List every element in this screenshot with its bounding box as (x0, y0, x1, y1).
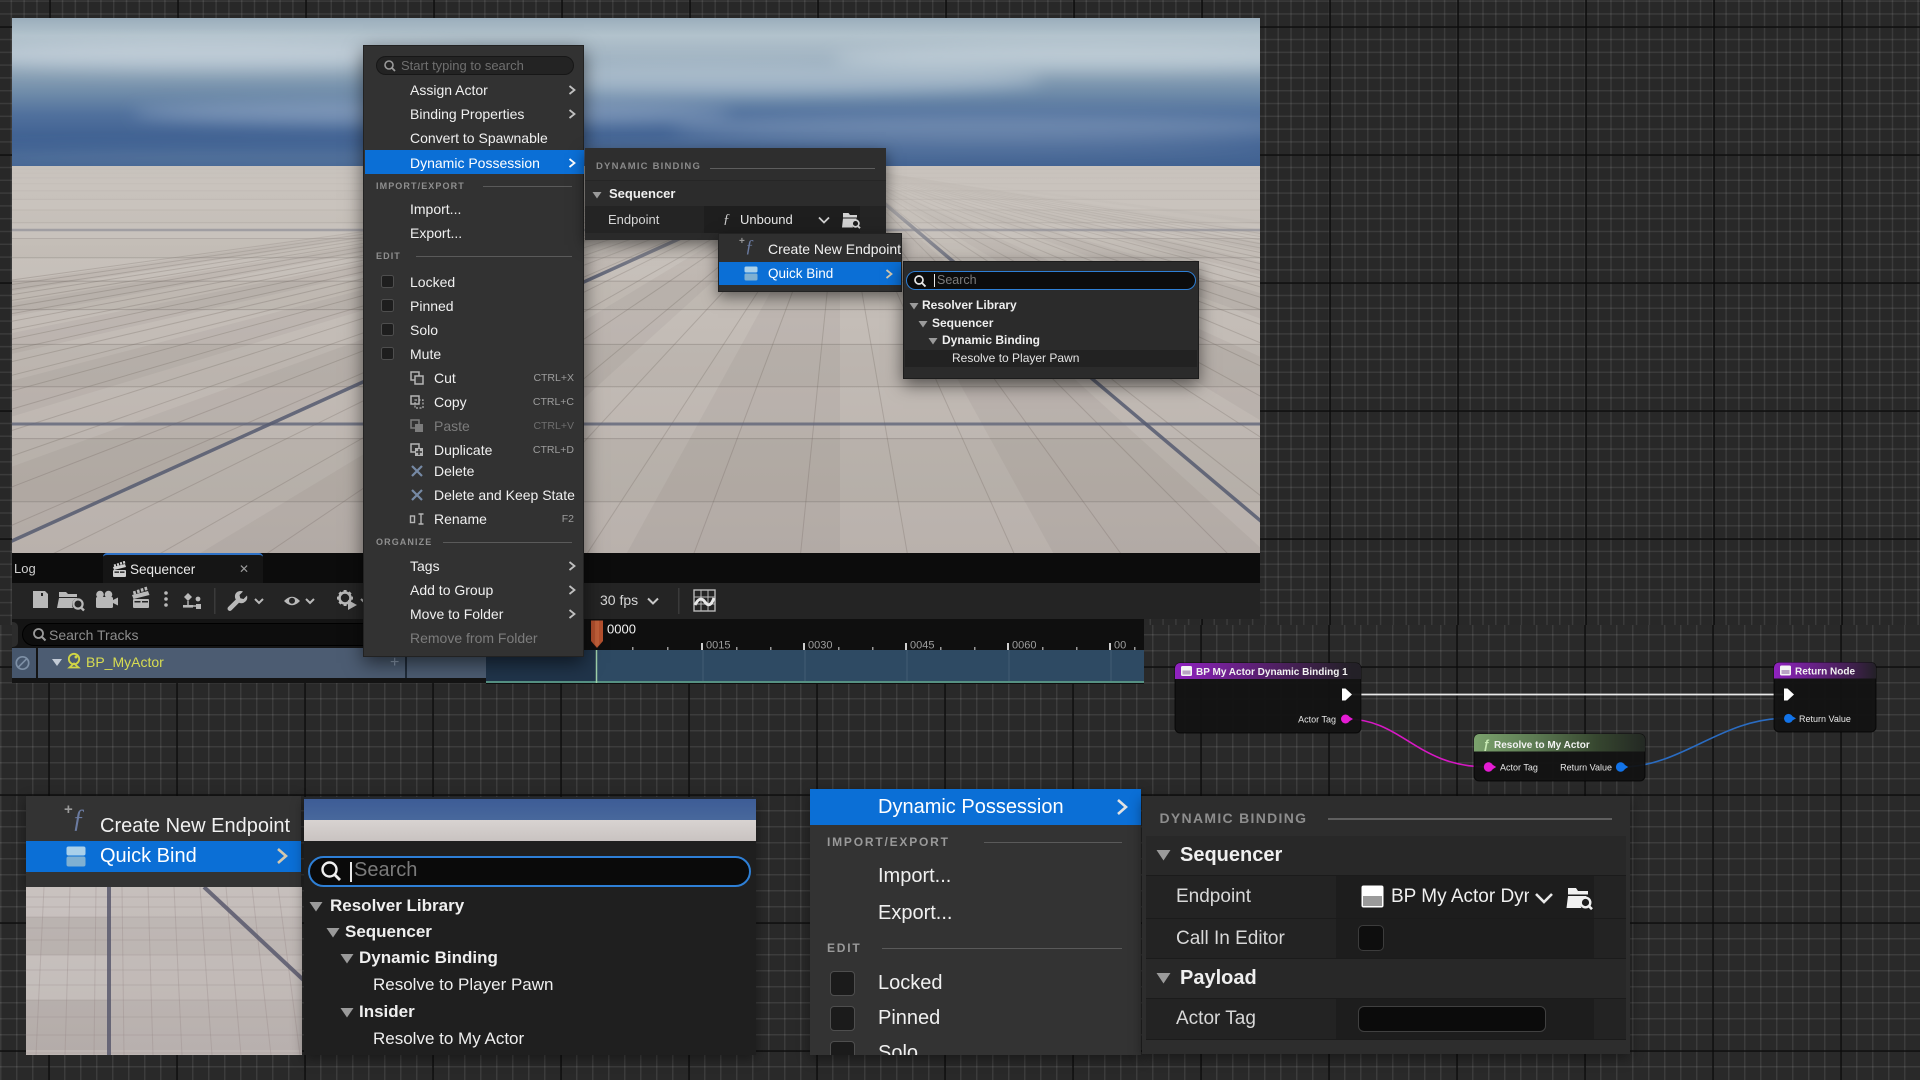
svg-text:Actor Tag: Actor Tag (1500, 763, 1538, 773)
svg-text:00: 00 (1114, 640, 1126, 652)
svg-text:0030: 0030 (808, 640, 832, 652)
svg-text:Return Value: Return Value (1560, 763, 1612, 773)
svg-text:BP My Actor Dynamic Binding 1: BP My Actor Dynamic Binding 1 (1196, 667, 1348, 678)
svg-text:0045: 0045 (910, 640, 934, 652)
svg-text:0060: 0060 (1012, 640, 1036, 652)
svg-text:Return Node: Return Node (1795, 667, 1855, 678)
svg-text:0000: 0000 (607, 622, 636, 637)
svg-text:30 fps: 30 fps (600, 592, 638, 608)
svg-text:Actor Tag: Actor Tag (1298, 715, 1336, 725)
svg-text:ƒ: ƒ (1483, 738, 1490, 752)
svg-text:Resolve to My Actor: Resolve to My Actor (1494, 740, 1590, 751)
svg-text:Return Value: Return Value (1799, 714, 1851, 724)
svg-text:0015: 0015 (706, 640, 730, 652)
